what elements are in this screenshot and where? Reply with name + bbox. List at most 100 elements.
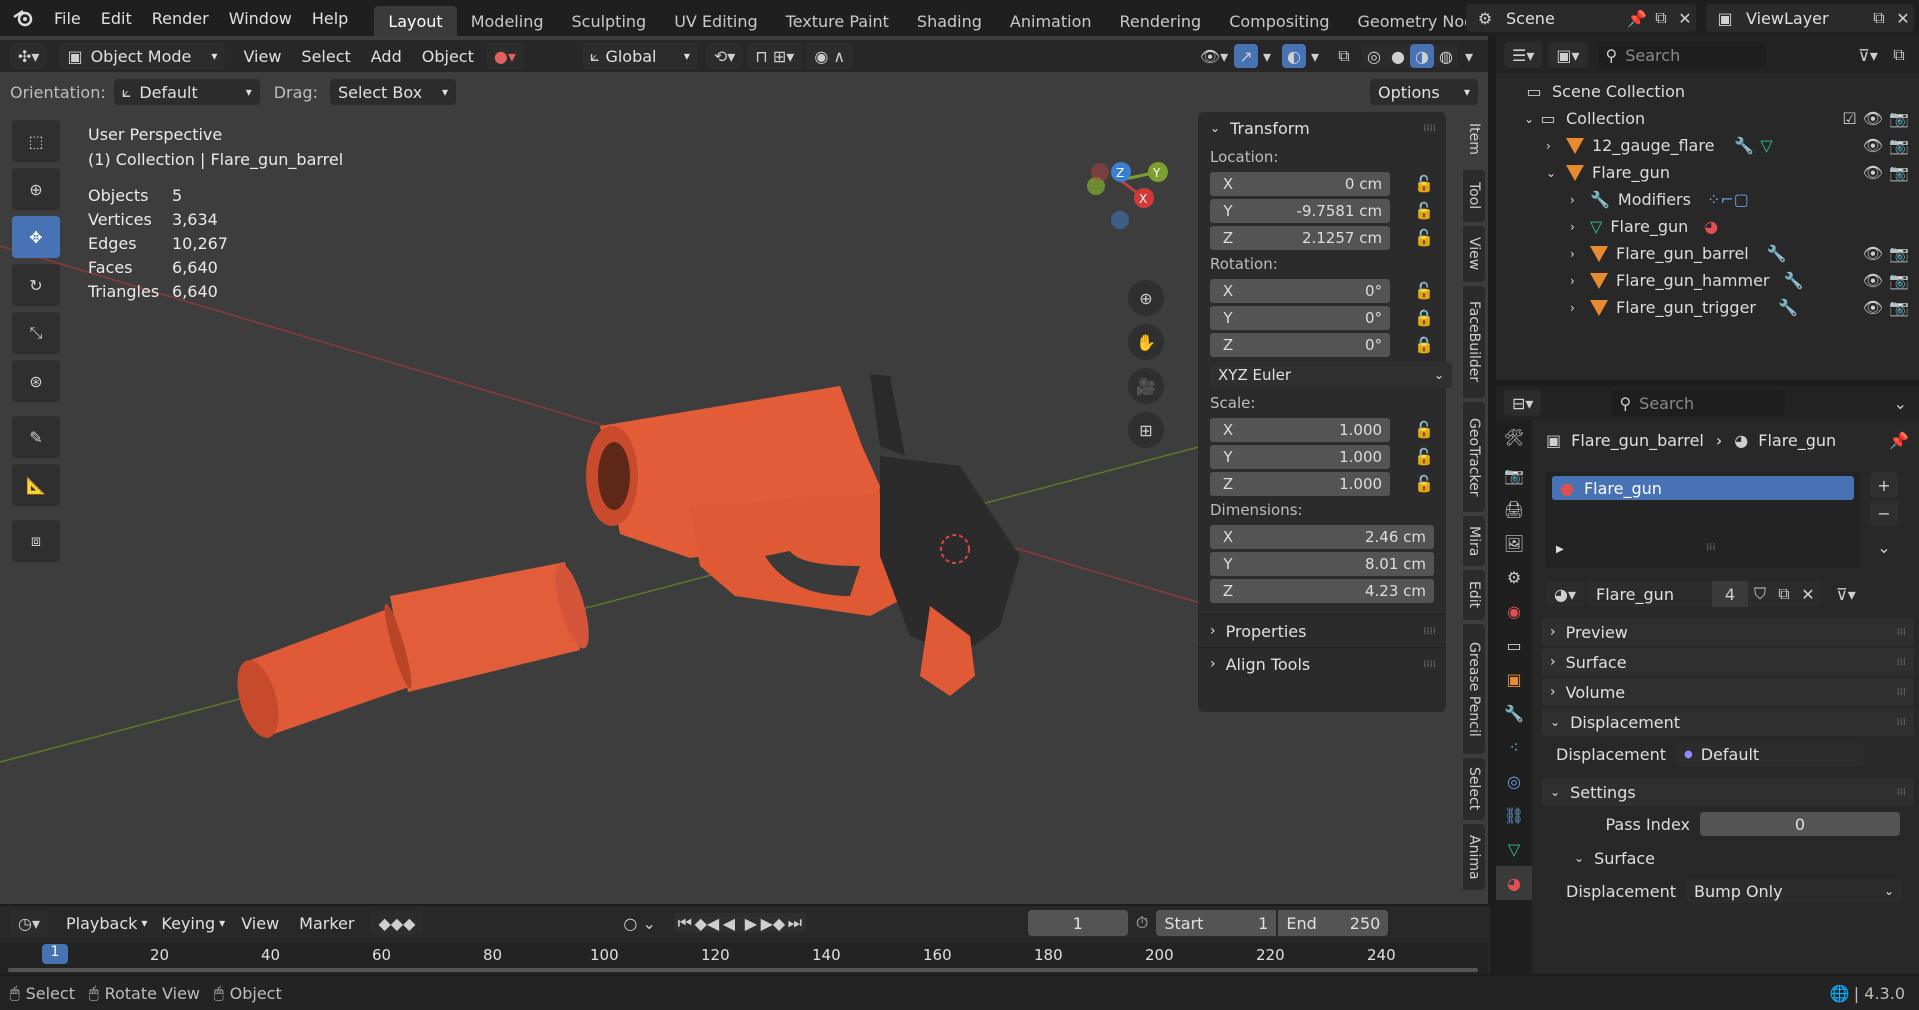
remove-slot-button[interactable]: − [1870,500,1898,526]
rotation-z-field[interactable]: Z 0° [1210,332,1391,357]
material-slot-item[interactable]: ● Flare_gun [1552,476,1854,500]
location-z-field[interactable]: Z 2.1257 cm [1210,225,1391,250]
editor-type-icon[interactable]: ✣▾ [10,43,48,69]
outliner-item-12-gauge-flare[interactable]: › 12_gauge_flare 🔧 ▽ 👁 📷 [1506,132,1919,159]
dimension-z-field[interactable]: Z 4.23 cm [1210,578,1434,603]
displacement-socket-field[interactable]: ● Default [1676,742,1864,766]
sidebar-tab-geotracker[interactable]: GeoTracker [1463,402,1485,512]
rotation-mode-dropdown[interactable]: XYZ Euler ⌄ [1210,362,1452,388]
outliner-item-flare-gun-trigger[interactable]: › Flare_gun_trigger 🔧 👁 📷 [1506,294,1919,321]
header-menu-object[interactable]: Object [422,47,474,66]
zoom-icon[interactable]: ⊕ [1128,280,1164,316]
displacement-method-dropdown[interactable]: Bump Only ⌄ [1686,879,1902,903]
unlock-icon[interactable]: 🔓 [1414,420,1434,439]
stopwatch-icon[interactable]: ⏱ [1136,913,1148,933]
overlay-dropdown-icon[interactable]: ▾ [1306,47,1324,66]
sidebar-tab-edit[interactable]: Edit [1463,570,1485,620]
tab-layout[interactable]: Layout [374,6,457,36]
camera-icon[interactable]: 📷 [1889,136,1909,155]
outliner-item-flare-gun[interactable]: ⌄ Flare_gun 👁 📷 [1506,159,1919,186]
paint-mode-icon[interactable]: ●▾ [485,43,524,69]
tab-modeling[interactable]: Modeling [457,6,558,36]
tab-animation[interactable]: Animation [996,6,1106,36]
rendered-shading-icon[interactable]: ◍ [1434,44,1458,68]
wireframe-shading-icon[interactable]: ◎ [1362,44,1386,68]
tool-tab-icon[interactable]: 🛠 [1496,420,1532,454]
align-tools-header[interactable]: › Align Tools ⁞⁞⁞⁞ [1198,647,1446,680]
scene-tab-icon[interactable]: ⚙ [1496,560,1532,594]
eye-icon[interactable]: 👁 [1863,163,1883,182]
unlink-icon[interactable]: ✕ [1796,581,1820,607]
sidebar-tab-tool[interactable]: Tool [1463,170,1485,222]
properties-panel-header[interactable]: › Properties ⁞⁞⁞⁞ [1198,614,1446,647]
next-keyframe-icon[interactable]: ▶◆ [761,914,786,933]
material-tab-icon[interactable]: ◕ [1496,866,1532,900]
scale-x-field[interactable]: X 1.000 [1210,417,1391,442]
move-tool-icon[interactable]: ✥ [12,216,60,258]
material-browse-icon[interactable]: ◕▾ [1546,581,1584,607]
shading-dropdown-icon[interactable]: ▾ [1458,47,1480,66]
transform-header[interactable]: ⌄ Transform ⁞⁞⁞⁞ [1198,112,1446,144]
properties-editor-type-icon[interactable]: ⊟▾ [1504,390,1542,416]
tab-shading[interactable]: Shading [903,6,996,36]
timeline-menu-playback[interactable]: Playback [66,914,137,933]
prev-keyframe-icon[interactable]: ◆◀ [695,914,720,933]
new-viewlayer-icon[interactable]: ⧉ [1866,8,1892,28]
collection-tab-icon[interactable]: ▭ [1496,628,1532,662]
outliner-search-input[interactable]: ⚲ Search [1597,42,1766,68]
annotate-tool-icon[interactable]: ✎ [12,416,60,458]
fake-user-icon[interactable]: ⛉ [1748,581,1772,607]
pin-icon[interactable]: 📌 [1889,431,1909,450]
end-frame-field[interactable]: End 250 [1278,910,1389,936]
scale-tool-icon[interactable]: ⤡ [12,312,60,354]
transform-tool-icon[interactable]: ⊛ [12,360,60,402]
current-frame-field[interactable]: 1 [1027,910,1128,936]
view-layer-tab-icon[interactable]: 🖼 [1496,526,1532,560]
navigation-gizmo[interactable]: Z Y X [1060,120,1180,270]
menu-render[interactable]: Render [142,9,219,28]
camera-icon[interactable]: 📷 [1889,244,1909,263]
unlock-icon[interactable]: 🔓 [1414,201,1434,220]
list-resize-handle[interactable]: ⁞⁞⁞ [1706,542,1716,553]
eye-icon[interactable]: 👁 [1863,109,1883,128]
section-settings[interactable]: ⌄ Settings ⁞⁞⁞ [1542,778,1914,806]
timeline-ruler[interactable]: 1 20 40 60 80 100 120 140 160 180 200 22… [0,942,1488,974]
pan-hand-icon[interactable]: ✋ [1128,324,1164,360]
select-tool-icon[interactable]: ⬚ [12,120,60,162]
section-preview[interactable]: › Preview ⁞⁞⁞ [1542,618,1914,646]
options-dropdown[interactable]: Options ▾ [1370,79,1478,105]
gizmo-dropdown-icon[interactable]: ▾ [1258,47,1276,66]
overlay-toggle-icon[interactable]: ◐ [1282,44,1306,68]
drag-dropdown[interactable]: Select Box ▾ [329,79,456,105]
particles-tab-icon[interactable]: ⁖ [1496,730,1532,764]
sidebar-tab-mira[interactable]: Mira [1463,516,1485,566]
outliner-item-flare-gun-barrel[interactable]: › Flare_gun_barrel 🔧 👁 📷 [1506,240,1919,267]
chevron-down-icon[interactable]: ⌄ [1894,394,1907,413]
drag-handle-icon[interactable]: ⁞⁞⁞⁞ [1423,123,1436,134]
tab-sculpting[interactable]: Sculpting [557,6,660,36]
unlock-icon[interactable]: 🔓 [1414,281,1434,300]
close-icon[interactable]: ✕ [1892,9,1914,28]
header-menu-select[interactable]: Select [301,47,350,66]
camera-icon[interactable]: 📷 [1889,298,1909,317]
world-tab-icon[interactable]: ◉ [1496,594,1532,628]
sidebar-tab-item[interactable]: Item [1463,112,1485,166]
camera-icon[interactable]: 📷 [1889,109,1909,128]
modifier-tab-icon[interactable]: 🔧 [1496,696,1532,730]
eye-icon[interactable]: 👁 [1863,298,1883,317]
tab-texture-paint[interactable]: Texture Paint [772,6,903,36]
lock-icon[interactable]: 🔒 [1414,335,1434,354]
orientation-dropdown[interactable]: ⟀ Default ▾ [113,79,260,105]
physics-tab-icon[interactable]: ◎ [1496,764,1532,798]
properties-search-input[interactable]: ⚲ Search [1611,390,1786,416]
menu-file[interactable]: File [44,9,91,28]
dimension-x-field[interactable]: X 2.46 cm [1210,524,1434,549]
output-tab-icon[interactable]: 🖨 [1496,492,1532,526]
drag-handle-icon[interactable]: ⁞⁞⁞⁞ [1423,626,1436,637]
menu-window[interactable]: Window [219,9,302,28]
duplicate-icon[interactable]: ⧉ [1772,581,1796,607]
tab-compositing[interactable]: Compositing [1215,6,1343,36]
timeline-menu-view[interactable]: View [241,914,279,933]
display-mode-icon[interactable]: ▣▾ [1548,42,1588,68]
section-surface[interactable]: › Surface ⁞⁞⁞ [1542,648,1914,676]
